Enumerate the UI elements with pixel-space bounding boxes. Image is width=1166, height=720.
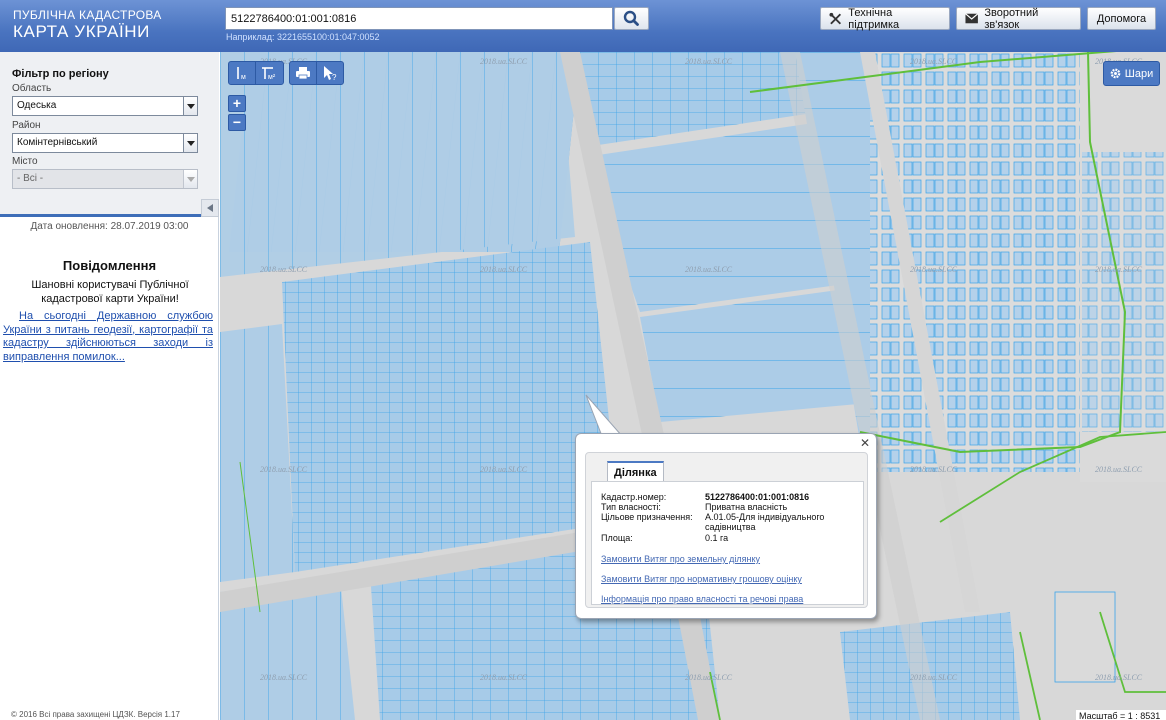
tech-support-button[interactable]: Технічна підтримка <box>820 6 950 31</box>
search-button[interactable] <box>614 7 649 30</box>
update-date: Дата оновлення: 28.07.2019 03:00 <box>30 221 189 232</box>
logo-line-1: ПУБЛІЧНА КАДАСТРОВА <box>13 8 162 22</box>
help-button[interactable]: Допомога <box>1087 7 1156 30</box>
svg-text:м: м <box>241 74 246 81</box>
purpose-value: А.01.05-Для індивідуального садівництва <box>705 512 825 532</box>
watermark-text: 2018.ua.SLCC <box>480 465 528 474</box>
logo-line-2: КАРТА УКРАЇНИ <box>13 22 150 41</box>
ruler-icon: м <box>237 67 246 81</box>
district-select[interactable]: Комінтернівський <box>12 133 198 153</box>
city-label: Місто <box>12 156 38 167</box>
notice-title: Повідомлення <box>62 258 157 273</box>
sidebar: Фільтр по регіону Область Одеська Район … <box>0 52 219 720</box>
tab-parcel[interactable]: Ділянка <box>607 461 664 482</box>
map-scale: Масштаб = 1 : 8531 <box>1076 710 1166 720</box>
watermark-text: 2018.ua.SLCC <box>260 465 308 474</box>
search-hint: Наприклад: 3221655100:01:047:0052 <box>226 32 380 42</box>
watermark-text: 2018.ua.SLCC <box>685 673 733 682</box>
district-label: Район <box>12 120 41 131</box>
purpose-label: Цільове призначення: <box>601 512 693 522</box>
collapse-sidebar-button[interactable] <box>201 199 219 217</box>
watermark-text: 2018.ua.SLCC <box>685 57 733 66</box>
area-label: Площа: <box>601 533 633 543</box>
notice-link[interactable]: На сьогодні Державною службою України з … <box>3 310 213 364</box>
watermark-text: 2018.ua.SLCC <box>1095 265 1143 274</box>
gear-icon <box>1110 68 1121 79</box>
watermark-text: 2018.ua.SLCC <box>480 265 528 274</box>
parcel-info-popup: ✕ Ділянка Кадастр.номер: 5122786400:01:0… <box>575 433 877 619</box>
measure-distance-button[interactable]: м <box>229 62 255 84</box>
dropdown-arrow-icon <box>183 170 197 188</box>
popup-content: Ділянка Кадастр.номер: 5122786400:01:001… <box>585 452 868 608</box>
search-icon <box>623 10 639 26</box>
watermark-text: 2018.ua.SLCC <box>910 673 958 682</box>
copyright: © 2016 Всі права захищені ЦДЗК. Версія 1… <box>11 710 180 719</box>
parcel-details: Кадастр.номер: 5122786400:01:001:0816 Ти… <box>591 481 864 605</box>
identify-button[interactable]: ? <box>316 62 342 84</box>
layers-button[interactable]: Шари <box>1103 61 1160 86</box>
svg-text:м²: м² <box>268 74 276 81</box>
region-filter-panel: Фільтр по регіону Область Одеська Район … <box>0 52 219 217</box>
city-select[interactable]: - Всі - <box>12 169 198 189</box>
tech-support-label: Технічна підтримка <box>848 6 900 31</box>
zoom-out-button[interactable]: − <box>228 114 246 131</box>
site-logo[interactable]: ПУБЛІЧНА КАДАСТРОВА КАРТА УКРАЇНИ <box>13 9 162 40</box>
notice-greeting: Шановні користувачі Публічної кадастрово… <box>31 279 189 305</box>
printer-icon <box>296 67 310 80</box>
dropdown-arrow-icon <box>183 97 197 115</box>
ownership-type-value: Приватна власність <box>705 502 788 512</box>
cadastral-search-input[interactable] <box>225 7 613 30</box>
watermark-text: 2018.ua.SLCC <box>1095 673 1143 682</box>
order-valuation-extract-link[interactable]: Замовити Витяг про нормативну грошову оц… <box>601 574 802 584</box>
area-icon: м² <box>261 67 276 81</box>
region-label: Область <box>12 83 52 94</box>
watermark-text: 2018.ua.SLCC <box>685 265 733 274</box>
ownership-type-label: Тип власності: <box>601 502 661 512</box>
watermark-text: 2018.ua.SLCC <box>910 265 958 274</box>
region-select[interactable]: Одеська <box>12 96 198 116</box>
help-label: Допомога <box>1096 12 1147 25</box>
filter-title: Фільтр по регіону <box>12 68 109 80</box>
map-canvas[interactable]: 2018.ua.SLCC 2018.ua.SLCC 2018.ua.SLCC 2018… <box>220 52 1166 720</box>
feedback-label: Зворотний зв'язок <box>984 6 1039 31</box>
watermark-text: 2018.ua.SLCC <box>480 57 528 66</box>
cursor-question-icon: ? <box>323 66 337 81</box>
ownership-rights-info-link[interactable]: Інформація про право власності та речові… <box>601 594 803 604</box>
order-parcel-extract-link[interactable]: Замовити Витяг про земельну ділянку <box>601 554 760 564</box>
dropdown-arrow-icon <box>183 134 197 152</box>
measure-area-button[interactable]: м² <box>255 62 281 84</box>
svg-text:?: ? <box>332 73 337 81</box>
layers-label: Шари <box>1124 67 1154 80</box>
zoom-in-button[interactable]: + <box>228 95 246 112</box>
close-icon[interactable]: ✕ <box>859 437 871 449</box>
popup-pointer <box>585 394 624 437</box>
area-value: 0.1 га <box>705 533 729 543</box>
watermark-text: 2018.ua.SLCC <box>1095 465 1143 474</box>
print-toolbar: ? <box>289 61 344 85</box>
watermark-text: 2018.ua.SLCC <box>910 465 958 474</box>
region-value: Одеська <box>17 100 57 111</box>
feedback-button[interactable]: Зворотний зв'язок <box>956 6 1081 31</box>
city-value: - Всі - <box>17 173 44 184</box>
watermark-text: 2018.ua.SLCC <box>480 673 528 682</box>
tools-icon <box>829 12 842 24</box>
cadastral-number-value: 5122786400:01:001:0816 <box>705 492 810 502</box>
watermark-text: 2018.ua.SLCC <box>260 673 308 682</box>
watermark-text: 2018.ua.SLCC <box>910 57 958 66</box>
envelope-icon <box>965 13 979 24</box>
chevron-left-icon <box>207 204 213 212</box>
district-value: Комінтернівський <box>17 137 98 148</box>
watermark-text: 2018.ua.SLCC <box>260 265 308 274</box>
cadastral-map[interactable]: 2018.ua.SLCC 2018.ua.SLCC 2018.ua.SLCC 2018… <box>220 52 1166 720</box>
cadastral-number-label: Кадастр.номер: <box>601 492 667 502</box>
print-button[interactable] <box>290 62 316 84</box>
header: ПУБЛІЧНА КАДАСТРОВА КАРТА УКРАЇНИ Наприк… <box>0 0 1166 52</box>
measure-toolbar: м м² <box>228 61 284 85</box>
